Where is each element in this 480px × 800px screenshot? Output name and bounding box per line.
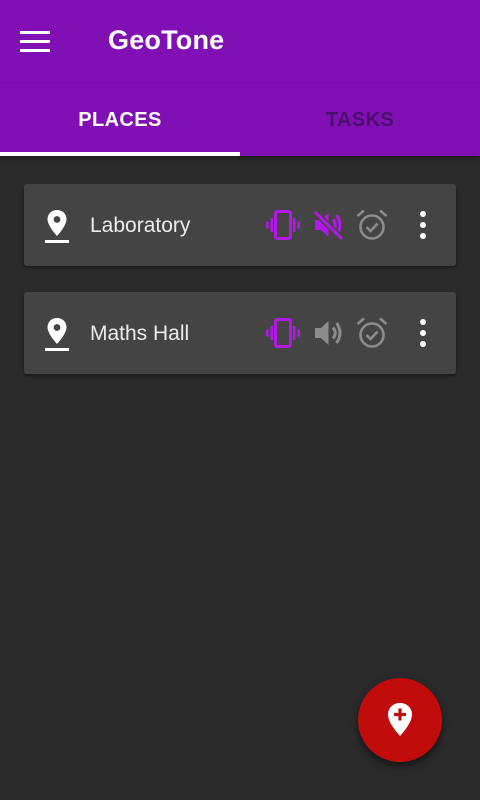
tab-bar: PLACES TASKS: [0, 84, 480, 156]
add-location-icon: [388, 703, 412, 736]
place-name: Maths Hall: [90, 322, 190, 345]
more-vert-icon-dot: [420, 330, 426, 336]
alarm-check-icon[interactable]: [354, 207, 390, 243]
place-name: Laboratory: [90, 214, 191, 237]
more-vert-icon-dot: [420, 211, 426, 217]
more-vert-icon-dot: [420, 233, 426, 239]
place-card-laboratory[interactable]: Laboratory: [24, 184, 456, 266]
map-pin-icon: [45, 318, 69, 351]
menu-button[interactable]: [20, 22, 64, 62]
add-place-fab[interactable]: [358, 678, 442, 762]
more-vert-icon-dot: [420, 341, 426, 347]
map-pin-icon: [45, 210, 69, 243]
app-root: GeoTone PLACES TASKS Laboratory Maths Ha…: [0, 0, 480, 800]
more-options-button[interactable]: [410, 207, 436, 243]
volume-off-icon[interactable]: [310, 207, 346, 243]
tab-places[interactable]: PLACES: [0, 84, 240, 156]
tab-tasks[interactable]: TASKS: [240, 84, 480, 156]
more-options-button[interactable]: [410, 315, 436, 351]
hamburger-menu-icon[interactable]: [20, 31, 50, 53]
alarm-check-icon[interactable]: [354, 315, 390, 351]
tab-tasks-label: TASKS: [325, 108, 395, 131]
tab-places-label: PLACES: [78, 108, 162, 131]
vibrate-icon[interactable]: [265, 207, 301, 243]
more-vert-icon-dot: [420, 222, 426, 228]
app-title: GeoTone: [108, 25, 225, 55]
place-card-maths-hall[interactable]: Maths Hall: [24, 292, 456, 374]
volume-up-icon[interactable]: [310, 315, 346, 351]
vibrate-icon[interactable]: [265, 315, 301, 351]
app-toolbar: GeoTone: [0, 0, 480, 84]
tab-indicator: [0, 152, 240, 156]
more-vert-icon-dot: [420, 319, 426, 325]
